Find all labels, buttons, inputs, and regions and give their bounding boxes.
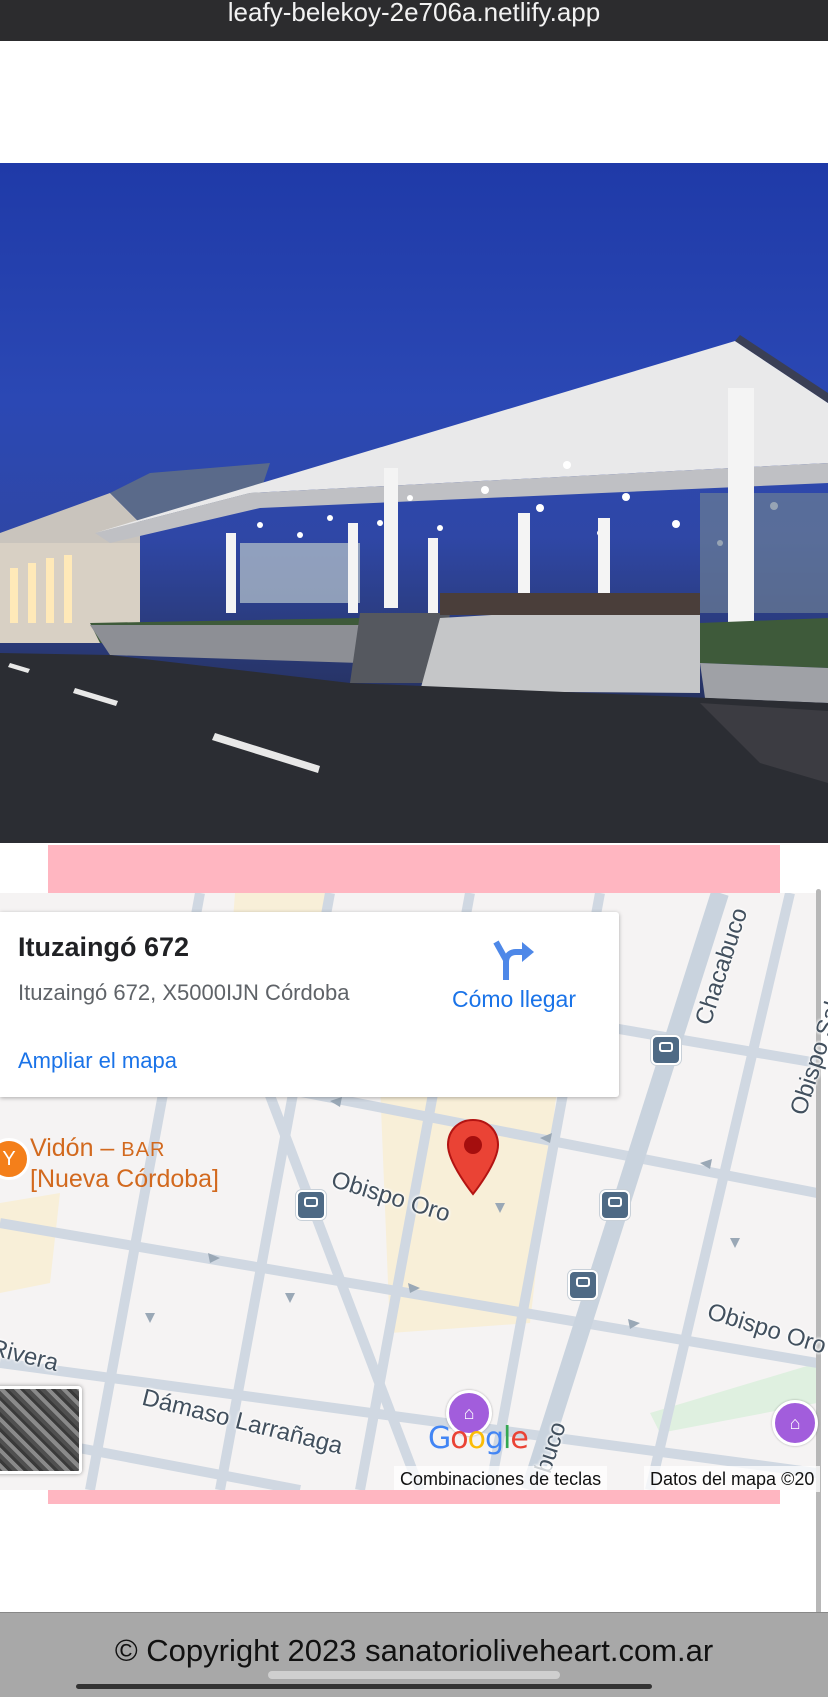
google-logo: Google xyxy=(428,1421,529,1456)
poi-kind: BAR xyxy=(121,1139,166,1161)
bus-stop-icon[interactable] xyxy=(568,1270,598,1300)
keyboard-shortcuts-link[interactable]: Combinaciones de teclas xyxy=(394,1466,608,1492)
expand-map-link[interactable]: Ampliar el mapa xyxy=(18,1048,177,1074)
directions-icon[interactable] xyxy=(492,938,536,982)
home-indicator[interactable] xyxy=(76,1684,652,1689)
copyright-text: © Copyright 2023 sanatorioliveheart.com.… xyxy=(114,1633,714,1668)
pink-band-bottom xyxy=(48,1490,780,1504)
place-title: Ituzaingó 672 xyxy=(18,932,190,962)
directions-link[interactable]: Cómo llegar xyxy=(452,986,576,1013)
browser-address-bar[interactable]: leafy-belekoy-2e706a.netlify.app xyxy=(0,0,828,41)
place-address: Ituzaingó 672, X5000IJN Córdoba xyxy=(18,980,350,1005)
pink-band-top xyxy=(48,845,780,893)
satellite-view-toggle[interactable] xyxy=(0,1386,82,1474)
poi-area: [Nueva Córdoba] xyxy=(30,1165,220,1193)
bus-stop-icon[interactable] xyxy=(600,1190,630,1220)
bus-stop-icon[interactable] xyxy=(651,1035,681,1065)
poi-name: Vidón – xyxy=(30,1134,122,1162)
map-data-attribution[interactable]: Datos del mapa ©20 xyxy=(644,1466,821,1492)
url-text: leafy-belekoy-2e706a.netlify.app xyxy=(227,0,601,27)
scroll-indicator xyxy=(268,1671,560,1679)
map-pin-icon[interactable] xyxy=(446,1118,500,1196)
poi-vidon-label[interactable]: Vidón – BAR [Nueva Córdoba] xyxy=(30,1134,219,1194)
bus-stop-icon[interactable] xyxy=(296,1190,326,1220)
hero-image-building xyxy=(0,163,828,843)
museum-icon[interactable]: ⌂ xyxy=(772,1400,818,1446)
place-info-card: Ituzaingó 672 Ituzaingó 672, X5000IJN Có… xyxy=(0,912,619,1097)
